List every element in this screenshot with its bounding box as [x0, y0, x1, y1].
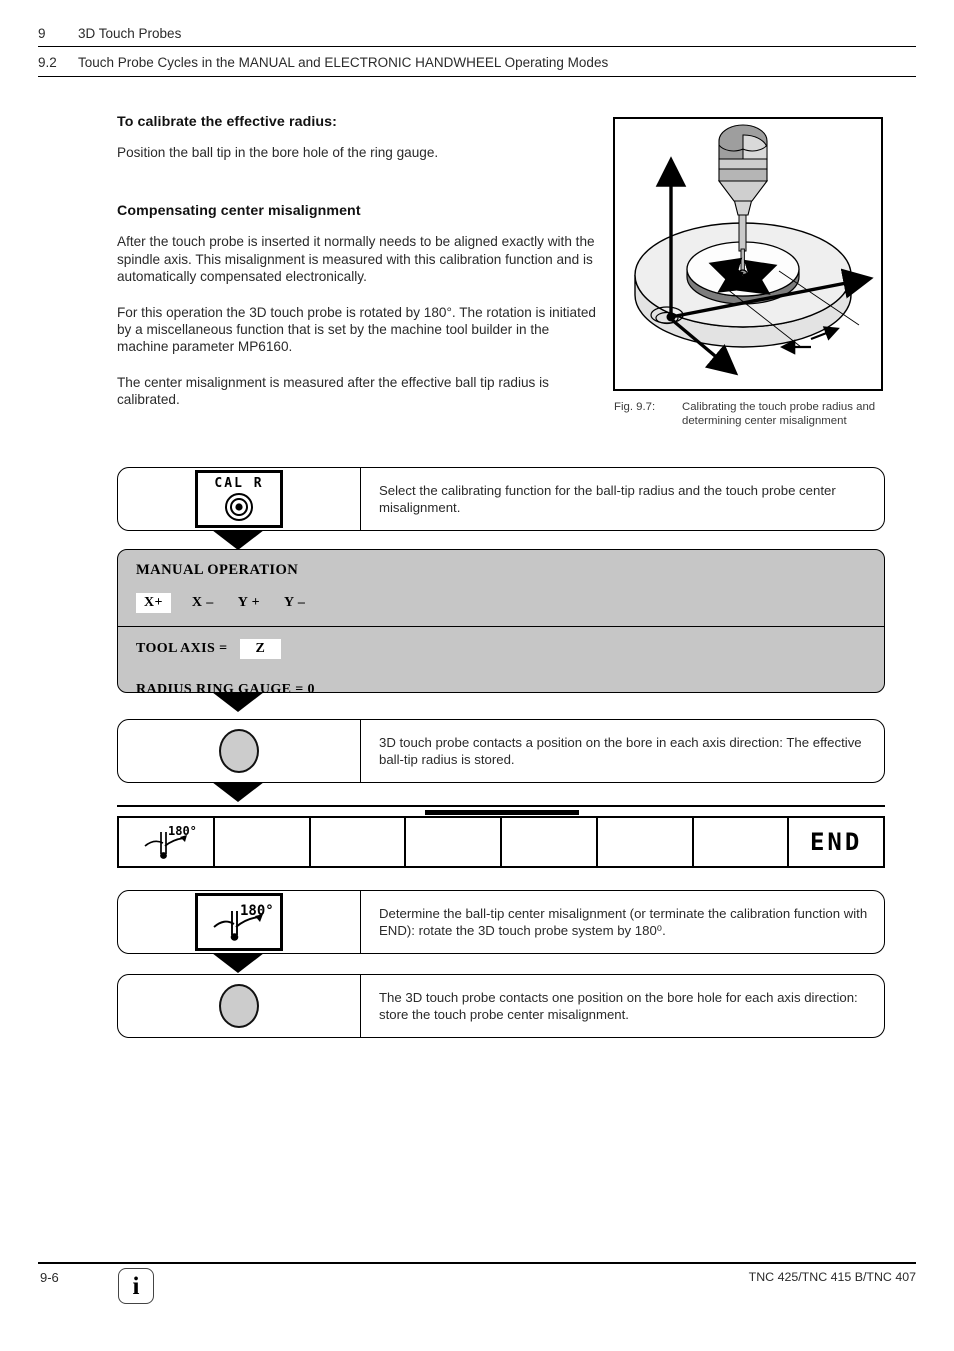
softkey-end-label: END: [809, 828, 863, 856]
connector-arrow-4: [212, 953, 264, 973]
machine-start-circle-icon[interactable]: [219, 729, 259, 773]
radius-ring-gauge-row: RADIUS RING GAUGE = 0: [136, 682, 315, 693]
softkey-empty-6[interactable]: [598, 818, 694, 866]
heading-calibrate-effective-radius: To calibrate the effective radius:: [117, 114, 337, 130]
step-block-probe-contacts-radius: 3D touch probe contacts a position on th…: [117, 719, 885, 783]
machine-start-circle-icon[interactable]: [219, 984, 259, 1028]
header-chapter-title: 3D Touch Probes: [78, 26, 182, 41]
softkey-empty-7[interactable]: [694, 818, 790, 866]
softkey-bar-wrapper: 180° END: [117, 805, 885, 868]
footer-rule: [38, 1262, 916, 1264]
paragraph-rotation-180: For this operation the 3D touch probe is…: [117, 304, 596, 355]
step-description-cal-r: Select the calibrating function for the …: [379, 483, 836, 515]
paragraph-position-ball-tip: Position the ball tip in the bore hole o…: [117, 145, 439, 160]
axis-key-x-plus[interactable]: X+: [136, 593, 171, 613]
header-chapter: 9 3D Touch Probes: [38, 26, 916, 41]
tool-axis-label: TOOL AXIS =: [136, 641, 228, 656]
step-block-probe-contacts-misalignment: The 3D touch probe contacts one position…: [117, 974, 885, 1038]
tnc-axis-key-row: X+ X – Y + Y –: [136, 579, 866, 626]
softkey-empty-5[interactable]: [502, 818, 598, 866]
figure-illustration: [634, 124, 874, 376]
step-block-rotate-180: 180° Determine the ball-tip center misal…: [117, 890, 885, 954]
paragraph-alignment-spindle-axis: After the touch probe is inserted it nor…: [117, 234, 595, 285]
figure-caption: Fig. 9.7: Calibrating the touch probe ra…: [614, 400, 899, 429]
softkey-rotate-180-large[interactable]: 180°: [195, 893, 283, 951]
probe-rotate-180-icon: 180°: [213, 903, 274, 941]
connector-arrow-2: [212, 692, 264, 712]
connector-arrow-1: [212, 530, 264, 550]
softkey-bar-topline: [117, 805, 885, 815]
paragraph-misalignment-after-radius: The center misalignment is measured afte…: [117, 374, 549, 408]
header-rule-top: [38, 46, 916, 47]
softkey-cal-r[interactable]: CAL R: [195, 470, 283, 528]
axis-key-y-plus[interactable]: Y +: [235, 593, 263, 613]
footer-page-number: 9-6: [40, 1270, 59, 1285]
step-key-cell: CAL R: [118, 468, 361, 530]
softkey-empty-4[interactable]: [406, 818, 502, 866]
header-section-title: Touch Probe Cycles in the MANUAL and ELE…: [78, 55, 609, 70]
softkey-bar-position-marker: [425, 808, 579, 815]
figure-touch-probe-ring-gauge: [613, 117, 883, 391]
step-key-cell: 180°: [118, 891, 361, 953]
axis-key-y-minus[interactable]: Y –: [281, 593, 308, 613]
svg-text:180°: 180°: [168, 824, 197, 838]
tool-axis-value[interactable]: Z: [239, 639, 282, 659]
concentric-target-icon: [225, 492, 253, 521]
axis-key-x-minus[interactable]: X –: [189, 593, 217, 613]
tnc-panel-top-section: MANUAL OPERATION X+ X – Y + Y –: [118, 550, 884, 626]
footer-model-text: TNC 425/TNC 415 B/TNC 407: [748, 1270, 916, 1284]
heading-compensating-center-misalignment: Compensating center misalignment: [117, 203, 361, 220]
probe-rotate-180-icon: 180°: [144, 824, 197, 859]
step-key-cell: [118, 720, 361, 782]
softkey-bar: 180° END: [117, 816, 885, 868]
step-block-cal-r: CAL R Select the calibrating function fo…: [117, 467, 885, 531]
softkey-cal-r-label: CAL R: [214, 475, 264, 491]
step-description-probe-contacts-misalignment: The 3D touch probe contacts one position…: [379, 990, 858, 1022]
step-key-cell: [118, 975, 361, 1037]
header-section-number: 9.2: [38, 55, 57, 70]
step-description-rotate-180: Determine the ball-tip center misalignme…: [379, 906, 868, 938]
softkey-empty-3[interactable]: [311, 818, 407, 866]
figure-caption-text: Calibrating the touch probe radius and d…: [682, 401, 876, 428]
header-rule-mid: [38, 76, 916, 77]
tnc-panel-title: MANUAL OPERATION: [136, 562, 299, 578]
header-section: 9.2 Touch Probe Cycles in the MANUAL and…: [38, 55, 916, 70]
tnc-screen-panel: MANUAL OPERATION X+ X – Y + Y – TOOL AXI…: [117, 549, 885, 693]
tool-axis-row: TOOL AXIS = Z: [136, 627, 866, 670]
softkey-rotate-180[interactable]: 180°: [119, 818, 215, 866]
step-description-probe-contacts-radius: 3D touch probe contacts a position on th…: [379, 735, 862, 767]
tnc-panel-bottom-section: TOOL AXIS = Z RADIUS RING GAUGE = 0: [118, 627, 884, 693]
connector-arrow-3: [212, 782, 264, 802]
body-text-column: To calibrate the effective radius: Posit…: [117, 114, 602, 427]
info-icon: i: [118, 1268, 154, 1304]
header-chapter-number: 9: [38, 26, 46, 41]
softkey-empty-2[interactable]: [215, 818, 311, 866]
softkey-end[interactable]: END: [789, 818, 883, 866]
figure-caption-label: Fig. 9.7:: [614, 401, 656, 413]
